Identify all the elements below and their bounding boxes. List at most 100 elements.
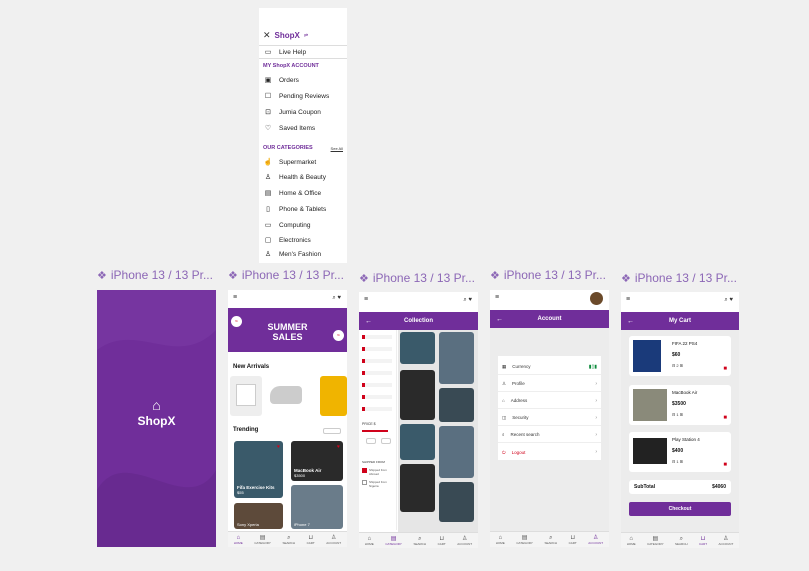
minus-button[interactable]: ⊟: [672, 363, 675, 368]
account-row-security[interactable]: ◫ Security ›: [498, 410, 601, 426]
arrival-sneakers[interactable]: [266, 376, 306, 416]
trending-card-1[interactable]: MacBook Air $3500 ♥: [291, 441, 343, 481]
avatar[interactable]: [590, 292, 603, 305]
minus-button[interactable]: ⊟: [672, 412, 675, 417]
ship-abroad-option[interactable]: Shipped from Abroad: [362, 468, 396, 476]
drawer-item-saved[interactable]: ♡ Saved Items: [263, 124, 316, 133]
trending-card-2[interactable]: Sony Xperia: [234, 503, 283, 529]
product-tile[interactable]: [400, 464, 435, 512]
back-arrow-icon[interactable]: ←: [627, 318, 634, 325]
product-tile[interactable]: [439, 388, 474, 422]
checkbox-checked[interactable]: [362, 468, 367, 473]
nav-home[interactable]: ⌂ HOME: [627, 536, 636, 546]
checkbox[interactable]: [362, 480, 367, 485]
nav-category[interactable]: ▤ CATEGORY: [516, 535, 533, 545]
nav-category[interactable]: ▤ CATEGORY: [254, 535, 271, 545]
drawer-item-coupon[interactable]: ⊡ Jumia Coupon: [263, 108, 321, 117]
heart-icon[interactable]: ♥: [277, 444, 280, 450]
product-tile[interactable]: [439, 426, 474, 478]
menu-icon[interactable]: ≡: [495, 294, 499, 301]
back-arrow-icon[interactable]: ←: [365, 318, 372, 325]
nav-cart[interactable]: ⊔ CART: [699, 536, 707, 546]
product-tile[interactable]: [400, 370, 435, 420]
filter-category-item[interactable]: [362, 407, 392, 411]
nav-account[interactable]: ♙ ACCOUNT: [457, 536, 472, 546]
nav-account[interactable]: ♙ ACCOUNT: [588, 535, 603, 545]
ship-nigeria-option[interactable]: Shipped from Nigeria: [362, 480, 396, 488]
product-tile[interactable]: [439, 482, 474, 522]
category-computing[interactable]: ▭ Computing: [263, 221, 311, 230]
search-icon[interactable]: ⌕ ♥: [332, 295, 341, 302]
menu-icon[interactable]: ≡: [233, 294, 237, 301]
filter-category-item[interactable]: [362, 347, 392, 351]
back-arrow-icon[interactable]: ←: [496, 316, 503, 323]
nav-cart[interactable]: ⊔ CART: [569, 535, 577, 545]
nav-cart[interactable]: ⊔ CART: [307, 535, 315, 545]
quantity-stepper[interactable]: ⊟ 1 ⊞: [672, 412, 683, 417]
account-row-currency[interactable]: ▦ Currency ▮▯▮: [498, 359, 601, 375]
account-row-recent-search[interactable]: ⌕ Recent search ›: [498, 427, 601, 443]
price-min-input[interactable]: [366, 438, 376, 444]
nav-category[interactable]: ▤ CATEGORY: [647, 536, 664, 546]
close-icon[interactable]: ✕: [263, 30, 271, 41]
filter-category-item[interactable]: [362, 395, 392, 399]
nav-home[interactable]: ⌂ HOME: [496, 535, 505, 545]
nav-search[interactable]: ⌕ SEARCH: [545, 535, 558, 545]
menu-icon[interactable]: ≡: [364, 296, 368, 303]
category-mens-fashion[interactable]: ♙ Men's Fashion: [263, 250, 321, 259]
product-tile[interactable]: [400, 332, 435, 364]
trending-card-3[interactable]: iPhone 7: [291, 485, 343, 529]
minus-button[interactable]: ⊟: [672, 459, 675, 464]
search-icon[interactable]: ⌕ ♥: [463, 297, 472, 304]
plus-button[interactable]: ⊞: [680, 363, 683, 368]
nav-search[interactable]: ⌕ SEARCH: [414, 536, 427, 546]
menu-icon[interactable]: ≡: [626, 296, 630, 303]
nav-home[interactable]: ⌂ HOME: [365, 536, 374, 546]
price-slider[interactable]: [362, 430, 388, 432]
nav-account[interactable]: ♙ ACCOUNT: [718, 536, 733, 546]
delete-icon[interactable]: ■: [723, 415, 727, 421]
ship-option-label: Shipped from Nigeria: [369, 480, 387, 488]
quantity-stepper[interactable]: ⊟ 1 ⊞: [672, 459, 683, 464]
category-health-beauty[interactable]: ♙ Health & Beauty: [263, 173, 326, 182]
delete-icon[interactable]: ■: [723, 366, 727, 372]
checkout-button[interactable]: Checkout: [629, 502, 731, 516]
trending-card-0[interactable]: Fifa Exercise Kits $55 ♥: [234, 441, 283, 498]
filter-category-item[interactable]: [362, 335, 392, 339]
price-max-input[interactable]: [381, 438, 391, 444]
summer-banner[interactable]: % SUMMER SALES %: [228, 308, 347, 352]
category-home-office[interactable]: ▤ Home & Office: [263, 189, 321, 198]
account-row-profile[interactable]: ♙ Profile ›: [498, 376, 601, 392]
see-all-link[interactable]: See All: [331, 146, 343, 151]
plus-button[interactable]: ⊞: [680, 459, 683, 464]
drawer-item-label: Saved Items: [279, 124, 316, 132]
arrival-tshirt[interactable]: [230, 376, 262, 416]
delete-icon[interactable]: ■: [723, 462, 727, 468]
nav-category[interactable]: ▤ CATEGORY: [385, 536, 402, 546]
arrival-yellow-item[interactable]: [320, 376, 347, 416]
review-icon: ☐: [264, 93, 272, 100]
account-row-logout[interactable]: ⏻ Logout ›: [498, 444, 601, 460]
product-tile[interactable]: [400, 424, 435, 460]
nav-home[interactable]: ⌂ HOME: [234, 535, 243, 545]
drawer-item-orders[interactable]: ▣ Orders: [263, 76, 299, 85]
nav-account[interactable]: ♙ ACCOUNT: [326, 535, 341, 545]
product-tile[interactable]: [439, 332, 474, 384]
category-electronics[interactable]: ▢ Electronics: [263, 236, 311, 245]
filter-category-item[interactable]: [362, 359, 392, 363]
nav-search[interactable]: ⌕ SEARCH: [283, 535, 296, 545]
drawer-item-pending-reviews[interactable]: ☐ Pending Reviews: [263, 92, 329, 101]
category-supermarket[interactable]: ☝ Supermarket: [263, 158, 317, 167]
category-phones[interactable]: ▯ Phone & Tablets: [263, 205, 326, 214]
live-help-link[interactable]: ▭ Live Help: [263, 48, 306, 57]
plus-button[interactable]: ⊞: [680, 412, 683, 417]
trending-see-all[interactable]: [323, 428, 341, 434]
filter-category-item[interactable]: [362, 383, 392, 387]
filter-category-item[interactable]: [362, 371, 392, 375]
search-icon[interactable]: ⌕ ♥: [724, 297, 733, 304]
quantity-stepper[interactable]: ⊟ 2 ⊞: [672, 363, 683, 368]
nav-search[interactable]: ⌕ SEARCH: [675, 536, 688, 546]
heart-icon[interactable]: ♥: [337, 444, 340, 450]
account-row-address[interactable]: ⌂ Address ›: [498, 393, 601, 409]
nav-cart[interactable]: ⊔ CART: [438, 536, 446, 546]
